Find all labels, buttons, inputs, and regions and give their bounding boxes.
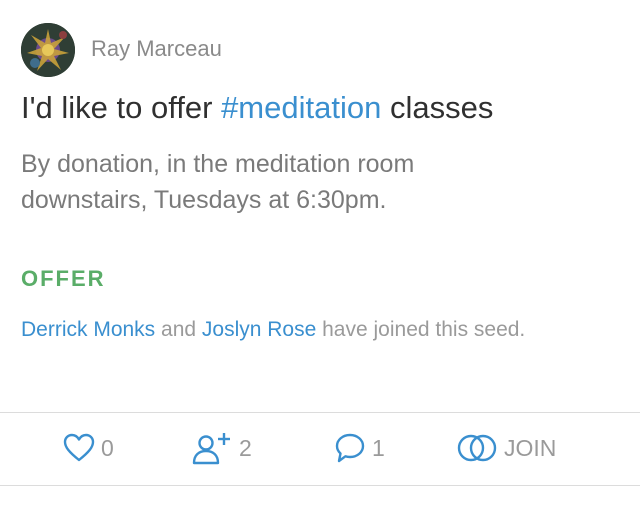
followers-button[interactable]: 2 bbox=[191, 430, 252, 466]
author-name[interactable]: Ray Marceau bbox=[91, 36, 222, 62]
comment-count: 1 bbox=[372, 434, 385, 461]
post-type-label: OFFER bbox=[21, 266, 106, 291]
title-text-end: classes bbox=[381, 90, 494, 125]
joined-summary: Derrick Monks and Joslyn Rose have joine… bbox=[21, 310, 581, 350]
divider bbox=[0, 485, 640, 486]
joined-person-link[interactable]: Joslyn Rose bbox=[202, 318, 316, 341]
post-title: I'd like to offer #meditation classes bbox=[21, 90, 493, 126]
post-details: By donation, in the meditation room down… bbox=[21, 150, 415, 214]
author-avatar[interactable] bbox=[21, 23, 75, 77]
join-label: JOIN bbox=[504, 434, 557, 461]
joined-connector: and bbox=[155, 318, 202, 341]
speech-bubble-icon bbox=[334, 432, 366, 464]
join-button[interactable]: JOIN bbox=[456, 430, 556, 466]
joined-suffix: have joined this seed. bbox=[316, 318, 526, 341]
followers-count: 2 bbox=[239, 434, 252, 461]
interlocking-rings-icon bbox=[456, 432, 498, 464]
heart-icon bbox=[63, 433, 95, 463]
joined-person-link[interactable]: Derrick Monks bbox=[21, 318, 155, 341]
hashtag-link[interactable]: #meditation bbox=[221, 90, 381, 125]
like-button[interactable]: 0 bbox=[63, 430, 114, 466]
person-plus-icon bbox=[191, 431, 233, 465]
title-text: I'd like to offer bbox=[21, 90, 222, 125]
divider bbox=[0, 412, 640, 413]
like-count: 0 bbox=[101, 434, 114, 461]
comment-button[interactable]: 1 bbox=[334, 430, 385, 466]
